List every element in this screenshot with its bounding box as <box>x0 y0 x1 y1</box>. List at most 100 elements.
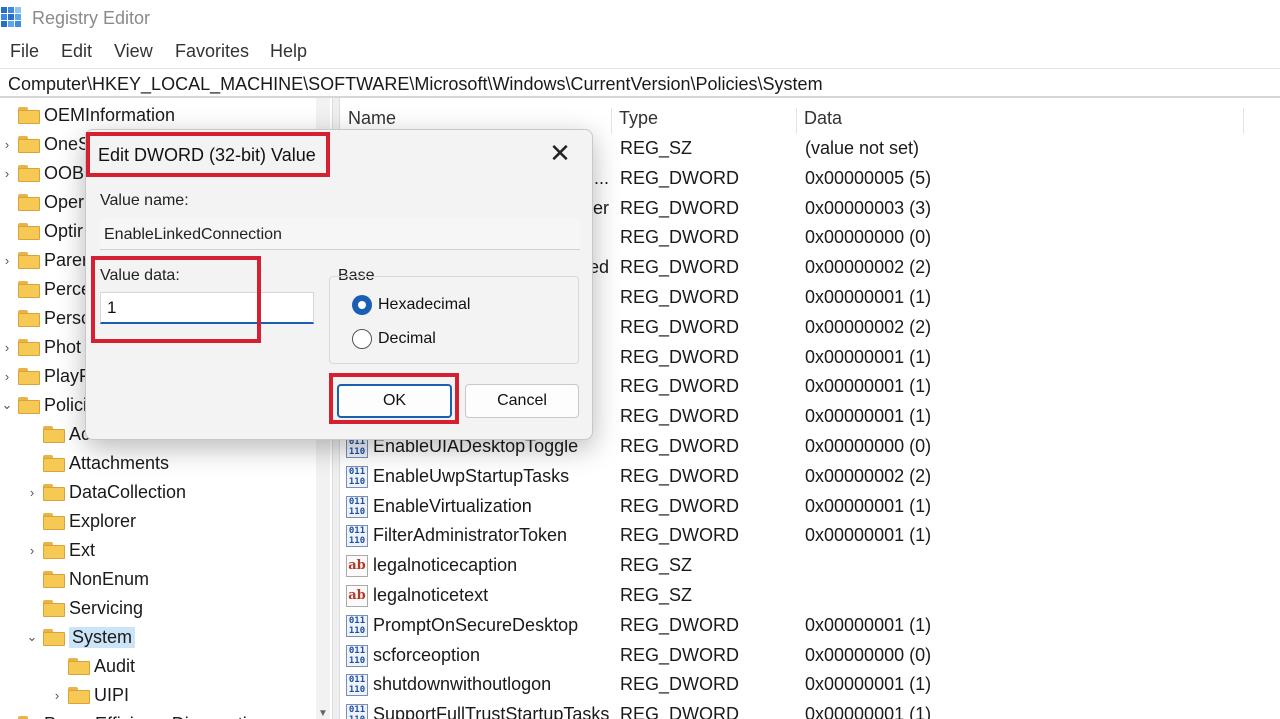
tree-item-label: Optir <box>44 220 84 241</box>
tree-item[interactable]: › Parer <box>0 246 88 274</box>
tree-item[interactable]: › UIPI <box>50 681 129 709</box>
menu-favorites[interactable]: Favorites <box>175 41 249 62</box>
tree-item[interactable]: › OneS <box>0 130 90 158</box>
value-name: shutdownwithoutlogon <box>373 674 552 695</box>
title-bar: Registry Editor <box>0 0 1280 38</box>
ok-button[interactable]: OK <box>337 384 452 418</box>
scroll-down-icon[interactable]: ▼ <box>318 708 328 719</box>
expand-chevron-icon[interactable]: › <box>0 340 14 355</box>
list-header: Name Type Data <box>340 104 1280 134</box>
value-type: REG_DWORD <box>620 614 740 635</box>
value-row[interactable]: 011 110 shutdownwithoutlogon REG_DWORD 0x000… <box>340 670 1280 700</box>
expand-chevron-icon[interactable]: ⌄ <box>25 629 39 645</box>
string-value-icon: ab <box>346 585 368 607</box>
menu-view[interactable]: View <box>114 41 153 62</box>
tree-item[interactable]: Servicing <box>25 594 143 622</box>
value-row[interactable]: 011 110 FilterAdministratorToken REG_DWORD 0… <box>340 521 1280 551</box>
tree-item[interactable]: › Phot <box>0 333 81 361</box>
value-type: REG_DWORD <box>620 436 740 456</box>
cancel-button[interactable]: Cancel <box>465 384 579 418</box>
value-type: REG_DWORD <box>620 644 740 665</box>
menu-help[interactable]: Help <box>270 41 307 62</box>
expand-chevron-icon[interactable]: › <box>25 485 39 500</box>
tree-item-label: OEMInformation <box>44 104 176 125</box>
value-row[interactable]: 011110 SupportFullTrustStartupTasks REG_DW… <box>340 700 1280 719</box>
expand-chevron-icon[interactable]: › <box>0 253 14 268</box>
tree-item-label: Ext <box>69 539 96 560</box>
hexadecimal-option[interactable]: Hexadecimal <box>352 295 470 315</box>
column-separator[interactable] <box>1243 108 1244 134</box>
address-path[interactable]: Computer\HKEY_LOCAL_MACHINE\SOFTWARE\Mic… <box>8 74 823 95</box>
value-row[interactable]: 011 110 scforceoption REG_DWORD 0x00000000 (… <box>340 641 1280 671</box>
tree-item[interactable]: › DataCollection <box>25 478 186 506</box>
tree-item[interactable]: Persc <box>0 304 90 332</box>
value-data: 0x00000000 (0) <box>805 644 932 665</box>
value-data: 0x00000001 (1) <box>805 704 932 719</box>
registry-editor-icon <box>1 7 21 27</box>
value-data: 0x00000002 (2) <box>805 257 932 278</box>
value-row[interactable]: 011 110 PromptOnSecureDesktop REG_DWORD 0x00… <box>340 611 1280 641</box>
tree-item[interactable]: Perce <box>0 275 91 303</box>
value-row[interactable]: 011 110 EnableVirtualization REG_DWORD 0x000… <box>340 492 1280 522</box>
radio-checked-icon[interactable] <box>352 295 372 315</box>
expand-chevron-icon[interactable]: › <box>50 688 64 703</box>
column-type[interactable]: Type <box>611 108 658 132</box>
value-type: REG_DWORD <box>620 227 740 248</box>
tree-item[interactable]: ⌄ Polici <box>0 391 87 419</box>
menu-file[interactable]: File <box>10 41 39 62</box>
value-data: 0x00000001 (1) <box>805 287 932 307</box>
tree-item[interactable]: › Ext <box>25 536 95 564</box>
address-bar[interactable]: Computer\HKEY_LOCAL_MACHINE\SOFTWARE\Mic… <box>0 68 1280 98</box>
binary-value-icon: 011110 <box>346 704 368 719</box>
expand-chevron-icon[interactable]: › <box>0 137 14 152</box>
folder-icon <box>18 715 40 719</box>
tree-item-label: NonEnum <box>69 568 150 589</box>
radio-unchecked-icon[interactable] <box>352 329 372 349</box>
menu-edit[interactable]: Edit <box>61 41 92 62</box>
tree-item[interactable]: Attachments <box>25 449 169 477</box>
tree-item[interactable]: ⌄ System <box>25 623 136 651</box>
close-icon[interactable]: ✕ <box>544 138 576 170</box>
tree-item-label: Perce <box>44 278 92 299</box>
tree-item[interactable]: › PlayF <box>0 362 90 390</box>
tree-item[interactable]: › OOB <box>0 159 84 187</box>
expand-chevron-icon[interactable]: ⌄ <box>0 397 14 413</box>
tree-item-label: OOB <box>44 162 85 183</box>
value-row[interactable]: ab legalnoticetext REG_SZ <box>340 581 1280 611</box>
tree-item[interactable]: NonEnum <box>25 565 149 593</box>
decimal-label: Decimal <box>378 330 436 347</box>
value-name: legalnoticecaption <box>373 555 518 576</box>
expand-chevron-icon[interactable]: › <box>25 543 39 558</box>
binary-value-icon: 011110 <box>346 495 368 518</box>
folder-icon <box>18 396 40 414</box>
tree-item[interactable]: Oper <box>0 188 84 216</box>
tree-item[interactable]: OEMInformation <box>0 101 175 129</box>
value-data-input[interactable] <box>100 292 314 324</box>
tree-item[interactable]: Optir <box>0 217 83 245</box>
value-type: REG_DWORD <box>620 495 740 516</box>
folder-icon <box>68 686 90 704</box>
edit-dword-dialog: Edit DWORD (32-bit) Value ✕ Value name: … <box>85 129 593 440</box>
tree-item[interactable]: Ac <box>25 420 90 448</box>
tree-item[interactable]: Explorer <box>25 507 136 535</box>
tree-item[interactable]: Audit <box>50 652 135 680</box>
tree-item[interactable]: PowerEfficiencyDiagnostic <box>0 710 256 719</box>
value-type: REG_DWORD <box>620 525 740 546</box>
decimal-option[interactable]: Decimal <box>352 329 436 349</box>
value-type: REG_DWORD <box>620 376 740 397</box>
value-data: 0x00000000 (0) <box>805 227 932 248</box>
value-type: REG_DWORD <box>620 257 740 278</box>
expand-chevron-icon[interactable]: › <box>0 369 14 384</box>
value-data: 0x00000001 (1) <box>805 525 932 546</box>
value-row[interactable]: 011 110 EnableUwpStartupTasks REG_DWORD 0x00… <box>340 462 1280 492</box>
folder-icon <box>18 280 40 298</box>
value-name: SupportFullTrustStartupTasks <box>373 704 610 719</box>
value-type: REG_SZ <box>620 138 693 158</box>
expand-chevron-icon[interactable]: › <box>0 166 14 181</box>
column-data[interactable]: Data <box>796 108 842 132</box>
binary-value-icon: 011110 <box>346 525 368 548</box>
folder-icon <box>43 599 65 617</box>
value-row[interactable]: ab legalnoticecaption REG_SZ <box>340 551 1280 581</box>
value-data: 0x00000001 (1) <box>805 495 932 516</box>
value-type: REG_SZ <box>620 555 693 576</box>
